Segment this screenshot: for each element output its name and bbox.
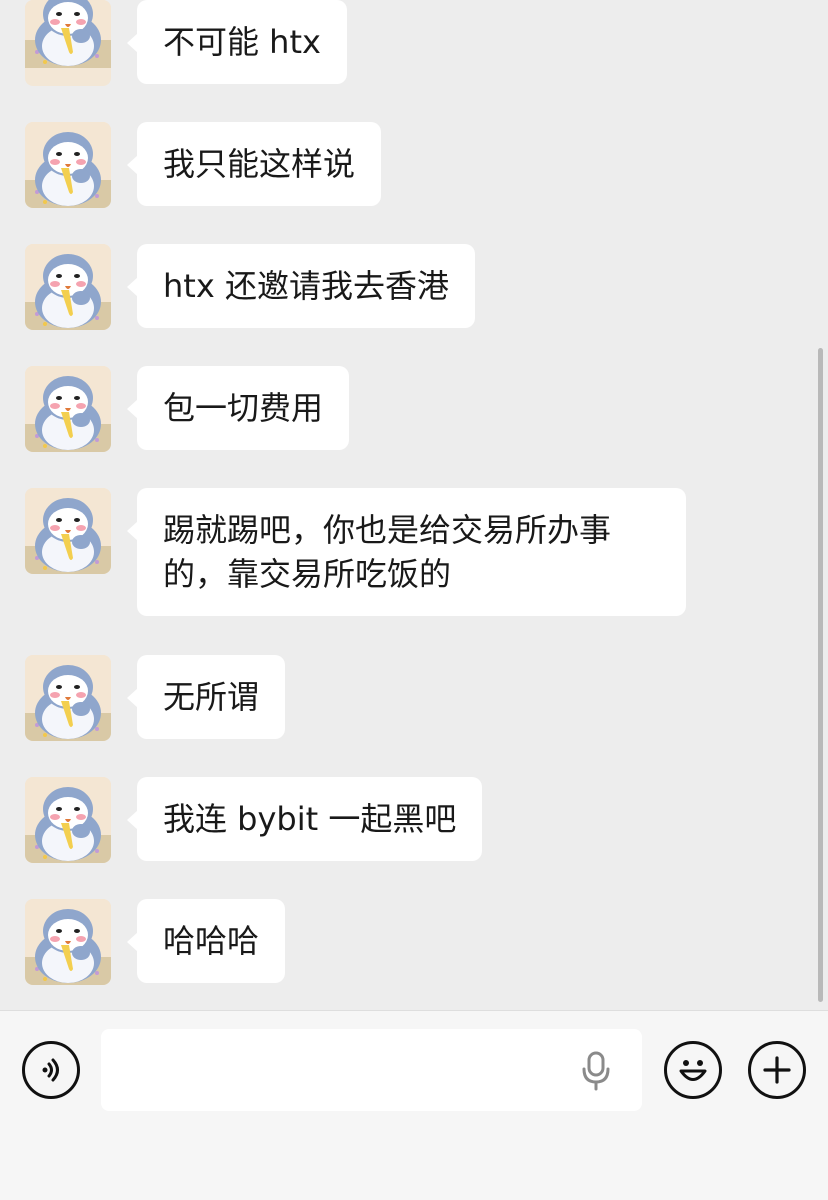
message-bubble[interactable]: 无所谓 bbox=[126, 655, 286, 739]
plus-icon bbox=[763, 1056, 791, 1084]
message-text: 不可能 htx bbox=[163, 23, 321, 61]
message-bubble[interactable]: 包一切费用 bbox=[126, 366, 350, 450]
emoji-button[interactable] bbox=[664, 1041, 722, 1099]
message-input[interactable] bbox=[101, 1029, 642, 1111]
message-text: 无所谓 bbox=[163, 678, 260, 716]
message-text: 踢就踢吧，你也是给交易所办事的，靠交易所吃饭的 bbox=[163, 511, 612, 593]
message-row: 踢就踢吧，你也是给交易所办事的，靠交易所吃饭的 bbox=[25, 488, 686, 616]
message-row: htx 还邀请我去香港 bbox=[25, 244, 475, 330]
penguin-avatar-icon[interactable] bbox=[25, 122, 111, 208]
message-bubble[interactable]: 我连 bybit 一起黑吧 bbox=[126, 777, 483, 861]
message-row: 不可能 htx bbox=[25, 0, 347, 86]
message-row: 哈哈哈 bbox=[25, 899, 286, 985]
voice-icon bbox=[42, 1058, 59, 1082]
penguin-avatar-icon[interactable] bbox=[25, 366, 111, 452]
message-text: 哈哈哈 bbox=[163, 922, 260, 960]
emoji-icon bbox=[679, 1060, 707, 1081]
penguin-avatar-icon[interactable] bbox=[25, 777, 111, 863]
message-bubble[interactable]: 踢就踢吧，你也是给交易所办事的，靠交易所吃饭的 bbox=[127, 488, 686, 616]
more-button[interactable] bbox=[748, 1041, 806, 1099]
penguin-avatar-icon[interactable] bbox=[25, 488, 111, 574]
message-bubble[interactable]: 哈哈哈 bbox=[126, 899, 286, 983]
message-text: 我连 bybit 一起黑吧 bbox=[163, 800, 457, 838]
message-text: 包一切费用 bbox=[163, 389, 324, 427]
message-list[interactable]: 不可能 htx 我只能这样说 htx 还邀请我去香港 包一切费用 踢就踢吧，你也… bbox=[0, 0, 828, 1010]
scrollbar[interactable] bbox=[818, 348, 823, 1002]
message-row: 无所谓 bbox=[25, 655, 286, 741]
input-bar bbox=[0, 1010, 828, 1200]
message-bubble[interactable]: 我只能这样说 bbox=[126, 122, 382, 206]
penguin-avatar-icon[interactable] bbox=[25, 899, 111, 985]
penguin-avatar-icon[interactable] bbox=[25, 655, 111, 741]
message-text: htx 还邀请我去香港 bbox=[163, 267, 449, 305]
message-row: 我连 bybit 一起黑吧 bbox=[25, 777, 483, 863]
message-bubble[interactable]: htx 还邀请我去香港 bbox=[127, 244, 475, 328]
message-row: 我只能这样说 bbox=[25, 122, 382, 208]
voice-button[interactable] bbox=[22, 1041, 80, 1099]
message-row: 包一切费用 bbox=[25, 366, 350, 452]
message-bubble[interactable]: 不可能 htx bbox=[127, 0, 347, 84]
penguin-avatar-icon[interactable] bbox=[25, 244, 111, 330]
microphone-icon[interactable] bbox=[578, 1051, 614, 1091]
penguin-avatar-icon[interactable] bbox=[25, 0, 111, 86]
message-text: 我只能这样说 bbox=[163, 145, 356, 183]
chat-screen: 不可能 htx 我只能这样说 htx 还邀请我去香港 包一切费用 踢就踢吧，你也… bbox=[0, 0, 828, 1200]
